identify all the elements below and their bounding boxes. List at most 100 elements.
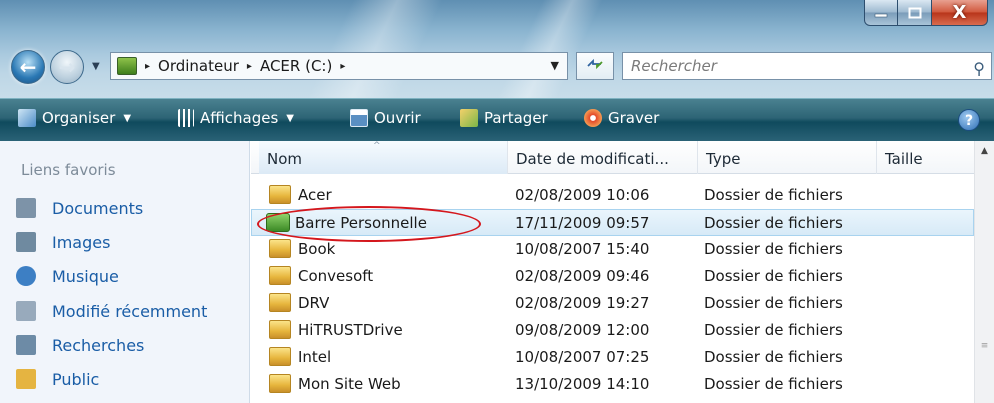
column-header-date[interactable]: Date de modificati... <box>508 141 698 174</box>
table-row-selected[interactable]: Barre Personnelle 17/11/2009 09:57 Dossi… <box>251 206 974 242</box>
images-icon <box>16 232 36 252</box>
table-row[interactable]: Intel 10/08/2007 07:25 Dossier de fichie… <box>251 344 974 371</box>
file-date: 17/11/2009 09:57 <box>515 214 650 232</box>
file-date: 02/08/2009 10:06 <box>515 186 650 204</box>
folder-icon <box>269 374 291 393</box>
folder-icon <box>269 347 291 366</box>
breadcrumb-separator-icon[interactable]: ▸ <box>145 61 150 72</box>
computer-icon <box>117 57 137 75</box>
file-name: Convesoft <box>298 267 374 285</box>
refresh-icon <box>587 58 603 70</box>
documents-icon <box>16 198 36 218</box>
organise-button[interactable]: Organiser ▼ <box>18 109 131 127</box>
scroll-up-icon[interactable]: ▲ <box>975 141 994 159</box>
window-title-bar: X ← → ▼ ▸ Ordinateur ▸ ACER (C:) ▸ ▼ Rec… <box>0 0 994 98</box>
open-label: Ouvrir <box>374 109 421 127</box>
sort-ascending-icon: ^ <box>373 141 381 151</box>
vertical-scrollbar[interactable]: ▲ ≡ <box>974 141 994 403</box>
address-bar[interactable]: ▸ Ordinateur ▸ ACER (C:) ▸ ▼ <box>110 52 568 80</box>
chevron-down-icon: ▼ <box>123 112 132 124</box>
sidebar-item-label: Musique <box>52 266 119 286</box>
minimize-button[interactable] <box>864 0 898 26</box>
burn-label: Graver <box>608 109 660 127</box>
table-row[interactable]: HiTRUSTDrive 09/08/2009 12:00 Dossier de… <box>251 317 974 344</box>
table-row[interactable]: DRV 02/08/2009 19:27 Dossier de fichiers <box>251 290 974 317</box>
column-header-type[interactable]: Type <box>698 141 877 174</box>
column-header-row: ^ Nom Date de modificati... Type Taille <box>251 141 994 174</box>
address-dropdown-icon[interactable]: ▼ <box>551 59 559 72</box>
file-type: Dossier de fichiers <box>704 186 843 204</box>
file-name: DRV <box>298 294 330 312</box>
share-label: Partager <box>484 109 548 127</box>
breadcrumb-separator-icon[interactable]: ▸ <box>340 61 345 72</box>
close-button[interactable]: X <box>932 0 988 26</box>
file-type: Dossier de fichiers <box>704 214 843 232</box>
sidebar-item-images[interactable]: Images <box>16 232 110 252</box>
music-icon <box>16 266 36 286</box>
help-button[interactable]: ? <box>958 109 980 131</box>
file-type: Dossier de fichiers <box>704 321 843 339</box>
column-header-label: Type <box>706 150 741 168</box>
table-row[interactable]: Mon Site Web 13/10/2009 14:10 Dossier de… <box>251 371 974 398</box>
file-date: 10/08/2007 07:25 <box>515 348 650 366</box>
back-button[interactable]: ← <box>11 50 45 84</box>
sidebar-item-documents[interactable]: Documents <box>16 198 143 218</box>
sidebar-item-label: Public <box>52 369 100 389</box>
folder-icon <box>269 320 291 339</box>
folder-icon <box>269 293 291 312</box>
breadcrumb-separator-icon[interactable]: ▸ <box>247 61 252 72</box>
table-row[interactable]: Book 10/08/2007 15:40 Dossier de fichier… <box>251 236 974 263</box>
views-label: Affichages <box>200 109 279 127</box>
breadcrumb-item[interactable]: ACER (C:) <box>260 57 332 75</box>
search-input[interactable]: Rechercher ⚲ <box>622 52 992 80</box>
sidebar-item-recent[interactable]: Modifié récemment <box>16 301 207 321</box>
minimize-icon <box>874 13 888 17</box>
recent-icon <box>16 301 36 321</box>
sidebar-item-music[interactable]: Musique <box>16 266 119 286</box>
recent-pages-dropdown[interactable]: ▼ <box>92 61 100 72</box>
file-list: ^ Nom Date de modificati... Type Taille … <box>251 141 994 403</box>
glass-reflection <box>307 0 443 98</box>
column-header-label: Nom <box>267 150 303 168</box>
favorite-links-title: Liens favoris <box>21 161 116 179</box>
share-button[interactable]: Partager <box>460 109 548 127</box>
file-name: Intel <box>298 348 332 366</box>
file-date: 10/08/2007 15:40 <box>515 240 650 258</box>
help-icon: ? <box>964 113 974 129</box>
file-name: HiTRUSTDrive <box>298 321 403 339</box>
close-icon: X <box>952 2 967 23</box>
column-header-size[interactable]: Taille <box>877 141 974 174</box>
refresh-button[interactable] <box>576 52 614 80</box>
command-bar: Organiser ▼ Affichages ▼ Ouvrir Partager G… <box>0 98 994 141</box>
sidebar-item-searches[interactable]: Recherches <box>16 335 144 355</box>
maximize-button[interactable] <box>898 0 932 26</box>
searches-icon <box>16 335 36 355</box>
favorite-links-pane: Liens favoris Documents Images Musique M… <box>0 141 250 403</box>
file-name: Acer <box>298 186 332 204</box>
sidebar-item-label: Documents <box>52 198 144 218</box>
breadcrumb-item[interactable]: Ordinateur <box>158 57 239 75</box>
search-icon[interactable]: ⚲ <box>973 56 985 82</box>
forward-button[interactable]: → <box>50 50 84 84</box>
sidebar-item-label: Images <box>52 232 111 252</box>
column-header-label: Taille <box>885 150 923 168</box>
file-type: Dossier de fichiers <box>704 267 843 285</box>
views-button[interactable]: Affichages ▼ <box>178 109 294 127</box>
table-row[interactable]: Convesoft 02/08/2009 09:46 Dossier de fi… <box>251 263 974 290</box>
file-date: 09/08/2009 12:00 <box>515 321 650 339</box>
sidebar-item-label: Recherches <box>52 335 145 355</box>
sidebar-item-public[interactable]: Public <box>16 369 99 389</box>
file-type: Dossier de fichiers <box>704 348 843 366</box>
search-placeholder: Rechercher <box>631 57 717 75</box>
folder-icon <box>269 185 291 204</box>
folder-icon <box>269 239 291 258</box>
forward-arrow-icon: → <box>58 55 76 79</box>
sidebar-item-label: Modifié récemment <box>52 301 208 321</box>
file-type: Dossier de fichiers <box>704 240 843 258</box>
scrollbar-grip-icon[interactable]: ≡ <box>979 341 990 351</box>
column-header-name[interactable]: ^ Nom <box>259 141 508 174</box>
file-date: 13/10/2009 14:10 <box>515 375 650 393</box>
burn-button[interactable]: Graver <box>584 109 659 127</box>
open-button[interactable]: Ouvrir <box>350 109 421 127</box>
table-row[interactable]: Acer 02/08/2009 10:06 Dossier de fichier… <box>251 182 974 209</box>
